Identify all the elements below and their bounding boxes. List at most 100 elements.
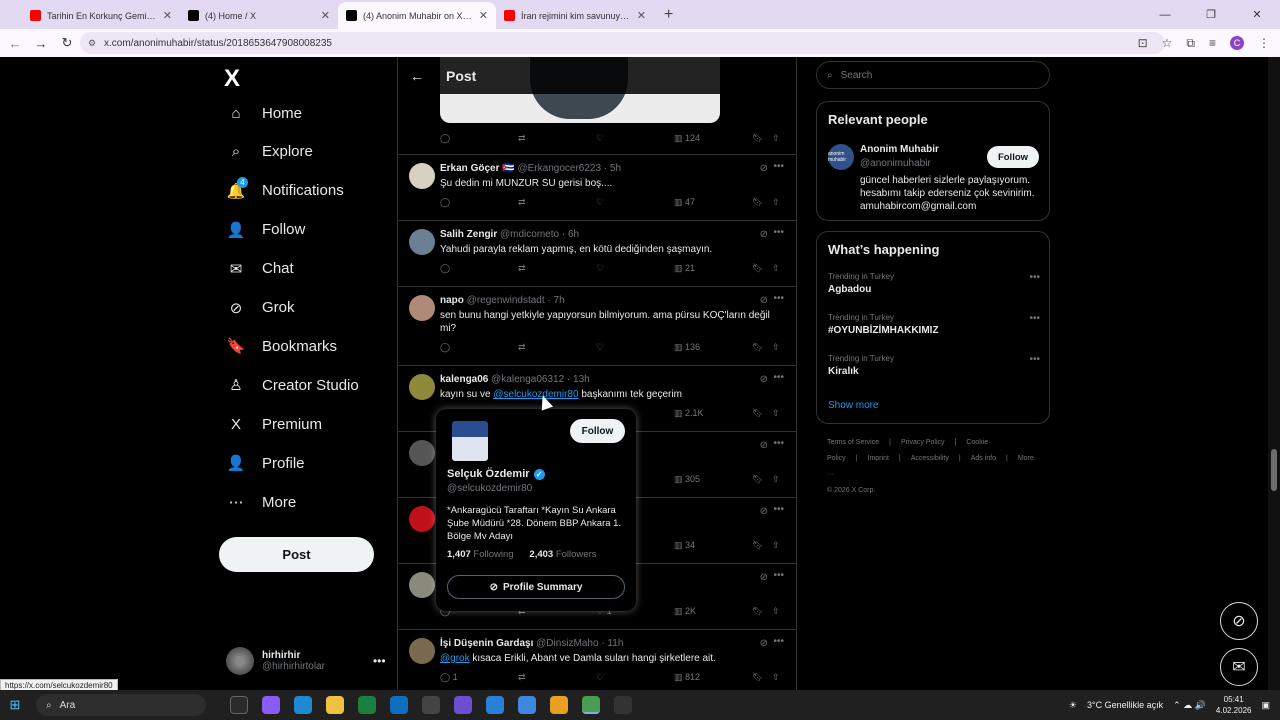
share-icon[interactable]: ⇧ xyxy=(772,342,780,353)
more-dots-icon[interactable]: ••• xyxy=(773,504,784,515)
footer-link[interactable]: © 2026 X Corp. xyxy=(827,487,875,494)
sidebar-item-follow[interactable]: 👤 Follow xyxy=(226,220,306,240)
close-window-button[interactable]: ✕ xyxy=(1234,0,1280,29)
reply-tweet[interactable]: napo @regenwindstadt · 7h ⊘ ••• sen bunu… xyxy=(398,287,796,366)
close-tab-icon[interactable]: ✕ xyxy=(321,9,330,22)
weather-icon[interactable]: ☀ xyxy=(1069,700,1077,711)
author-name[interactable]: Salih Zengir xyxy=(440,229,497,240)
like-icon[interactable]: ♡ xyxy=(596,263,604,274)
grok-icon[interactable]: ⊘ xyxy=(760,374,768,385)
more-dots-icon[interactable]: ••• xyxy=(773,227,784,238)
more-dots-icon[interactable]: ••• xyxy=(1029,313,1040,324)
bookmark-icon[interactable]: 🔖︎ xyxy=(752,474,763,485)
show-more-link[interactable]: Show more xyxy=(828,400,879,411)
avatar[interactable] xyxy=(409,374,435,400)
trend-item[interactable]: Trending in Turkey Kiralık ••• xyxy=(828,354,1040,377)
more-dots-icon[interactable]: ••• xyxy=(773,372,784,383)
more-dots-icon[interactable]: ••• xyxy=(773,161,784,172)
bookmark-icon[interactable]: 🔖︎ xyxy=(752,197,763,208)
repost-icon[interactable]: ⇄ xyxy=(518,342,526,353)
reply-icon[interactable]: ◯ xyxy=(440,342,450,353)
following-count[interactable]: 1,407 xyxy=(447,549,471,560)
views-icon[interactable]: ▥ 47 xyxy=(674,197,695,208)
sidebar-item-creator-studio[interactable]: ♙ Creator Studio xyxy=(226,375,358,395)
sidebar-item-grok[interactable]: ⊘ Grok xyxy=(226,298,295,318)
back-arrow-icon[interactable]: ← xyxy=(410,68,424,84)
bookmark-star-icon[interactable]: ☆ xyxy=(1162,36,1173,50)
bookmark-icon[interactable]: 🔖︎ xyxy=(752,408,763,419)
person-handle[interactable]: @anonimuhabir xyxy=(860,158,931,169)
copilot-icon[interactable] xyxy=(262,696,280,714)
views-icon[interactable]: ▥ 2K xyxy=(674,606,696,617)
maximize-button[interactable]: ❐ xyxy=(1188,0,1234,29)
more-dots-icon[interactable]: ••• xyxy=(1029,354,1040,365)
views-icon[interactable]: ▥ 305 xyxy=(674,474,700,485)
repost-icon[interactable]: ⇄ xyxy=(518,263,526,274)
more-dots-icon[interactable]: ••• xyxy=(773,293,784,304)
avatar[interactable] xyxy=(409,229,435,255)
forward-arrow-icon[interactable]: → xyxy=(30,36,52,51)
more-dots-icon[interactable]: ••• xyxy=(1029,272,1040,283)
more-dots-icon[interactable]: ••• xyxy=(773,570,784,581)
profile-name[interactable]: Selçuk Özdemir ✓ xyxy=(447,468,545,480)
grok-icon[interactable]: ⊘ xyxy=(760,506,768,517)
sidebar-item-home[interactable]: ⌂ Home xyxy=(226,103,302,123)
reload-icon[interactable]: ↻ xyxy=(56,35,78,51)
author-handle[interactable]: @regenwindstadt · 7h xyxy=(467,295,565,306)
file-explorer-icon[interactable] xyxy=(326,696,344,714)
avatar[interactable] xyxy=(409,572,435,598)
tray-icons[interactable]: ⌃ ☁ 🔊 xyxy=(1173,700,1206,711)
author-name[interactable]: napo xyxy=(440,295,464,306)
share-icon[interactable]: ⇧ xyxy=(772,197,780,208)
app-icon[interactable] xyxy=(518,696,536,714)
back-arrow-icon[interactable]: ← xyxy=(4,36,26,51)
repost-icon[interactable]: ⇄ xyxy=(518,197,526,208)
post-button[interactable]: Post xyxy=(219,537,374,572)
taskbar-search[interactable]: ⌕ Ara xyxy=(36,694,206,716)
share-icon[interactable]: ⇧ xyxy=(772,133,780,144)
avatar[interactable] xyxy=(409,440,435,466)
grok-icon[interactable]: ⊘ xyxy=(760,638,768,649)
grok-icon[interactable]: ⊘ xyxy=(760,229,768,240)
page-scrollbar[interactable] xyxy=(1268,57,1280,690)
more-dots-icon[interactable]: ••• xyxy=(773,438,784,449)
clock[interactable]: 05:41 4.02.2026 xyxy=(1216,694,1252,716)
task-view-icon[interactable] xyxy=(230,696,248,714)
close-tab-icon[interactable]: ✕ xyxy=(479,9,488,22)
close-tab-icon[interactable]: ✕ xyxy=(163,9,172,22)
site-info-icon[interactable]: ⚙ xyxy=(88,38,96,49)
edge-icon[interactable] xyxy=(294,696,312,714)
reply-icon[interactable]: ◯ xyxy=(440,197,450,208)
grok-icon[interactable]: ⊘ xyxy=(760,440,768,451)
share-icon[interactable]: ⇧ xyxy=(772,408,780,419)
avatar[interactable] xyxy=(409,506,435,532)
outlook-icon[interactable] xyxy=(390,696,408,714)
author-handle[interactable]: @Erkangocer6223 · 5h xyxy=(517,163,621,174)
avatar[interactable] xyxy=(409,295,435,321)
chrome-icon[interactable] xyxy=(582,696,600,714)
reply-icon[interactable]: ◯ 1 xyxy=(440,672,458,683)
profile-summary-button[interactable]: ⊘ Profile Summary xyxy=(447,575,625,599)
author-handle[interactable]: @mdicometo · 6h xyxy=(500,229,579,240)
avatar[interactable]: anonim muhabir xyxy=(828,144,854,170)
footer-link[interactable]: Imprint xyxy=(868,455,889,462)
store-icon[interactable] xyxy=(358,696,376,714)
author-name[interactable]: kalenga06 xyxy=(440,374,488,385)
grok-icon[interactable]: ⊘ xyxy=(760,572,768,583)
sidebar-item-explore[interactable]: ⌕ Explore xyxy=(226,142,313,162)
bookmark-icon[interactable]: 🔖︎ xyxy=(752,606,763,617)
trend-item[interactable]: Trending in Turkey Agbadou ••• xyxy=(828,272,1040,295)
sidebar-item-profile[interactable]: 👤 Profile xyxy=(226,453,305,473)
author-name[interactable]: Erkan Göçer 🇨🇺 xyxy=(440,163,515,174)
reply-icon[interactable]: ◯ xyxy=(440,263,450,274)
browser-tab[interactable]: (4) Home / X ✕ xyxy=(180,2,338,29)
profile-handle[interactable]: @selcukozdemir80 xyxy=(447,483,532,494)
bookmark-icon[interactable]: 🔖︎ xyxy=(752,672,763,683)
views-icon[interactable]: ▥ 34 xyxy=(674,540,695,551)
repost-icon[interactable]: ⇄ xyxy=(518,672,526,683)
grok-icon[interactable]: ⊘ xyxy=(1220,602,1258,640)
avatar[interactable] xyxy=(452,421,488,461)
windows-start-icon[interactable]: ⊞ xyxy=(0,697,30,713)
trend-item[interactable]: Trending in Turkey #OYUNBİZİMHAKKIMIZ ••… xyxy=(828,313,1040,336)
browser-tab[interactable]: Tarihin En Korkunç Gemi Vakası ✕ xyxy=(22,2,180,29)
